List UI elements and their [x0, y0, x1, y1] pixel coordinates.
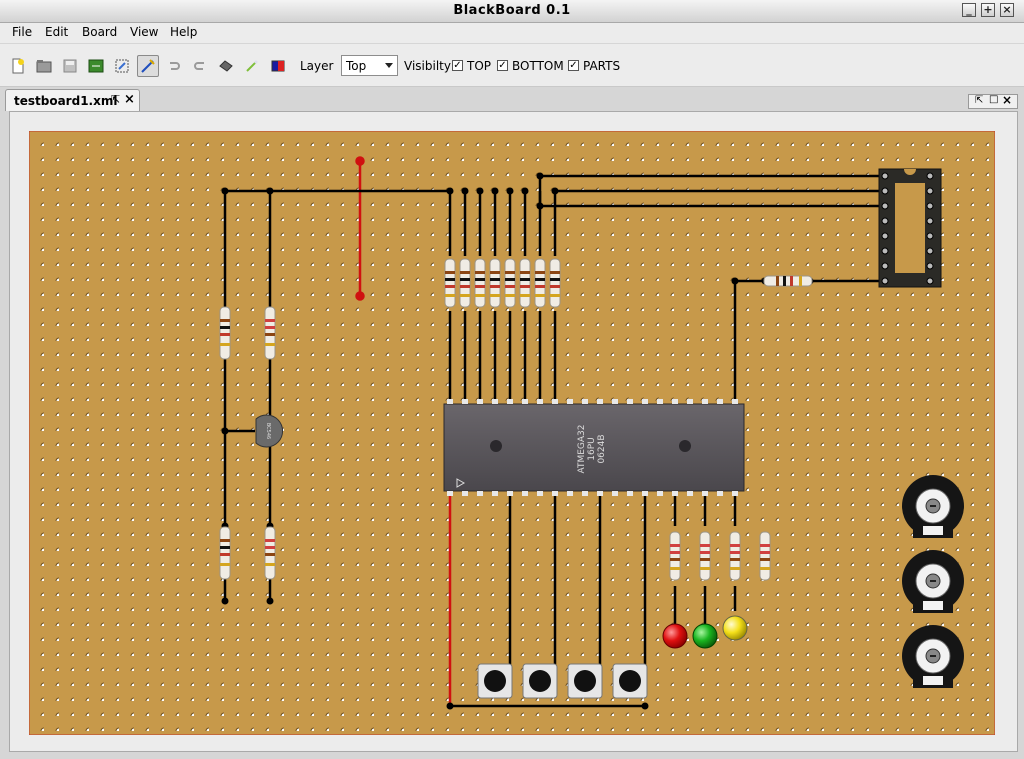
- green-led: [692, 623, 718, 649]
- panel-controls: ⇱ □ ×: [968, 93, 1018, 109]
- potentiometers: [902, 475, 964, 688]
- probe-icon[interactable]: [241, 55, 263, 77]
- top-checkbox-label: TOP: [467, 59, 492, 73]
- chip-label-date: 0624B: [597, 434, 607, 463]
- maximize-icon[interactable]: +: [981, 3, 995, 17]
- export-board-icon[interactable]: [85, 55, 107, 77]
- save-icon[interactable]: [59, 55, 81, 77]
- menu-help[interactable]: Help: [170, 25, 197, 39]
- color-icon[interactable]: [267, 55, 289, 77]
- red-led: [662, 623, 688, 649]
- bottom-checkbox[interactable]: ✓: [497, 60, 508, 71]
- yellow-led: [722, 615, 748, 641]
- socket-resistor: [763, 275, 813, 287]
- transistor-label: BC546: [265, 423, 271, 439]
- tab-testboard1[interactable]: testboard1.xml ⇱ ×: [5, 89, 140, 111]
- layer-select[interactable]: Top: [341, 55, 398, 76]
- chip-label-model: ATMEGA32: [577, 425, 587, 474]
- undo-icon[interactable]: [163, 55, 185, 77]
- chip-label-grade: 16PU: [587, 437, 597, 460]
- top-checkbox[interactable]: ✓: [452, 60, 463, 71]
- open-file-icon[interactable]: [33, 55, 55, 77]
- menu-board[interactable]: Board: [82, 25, 117, 39]
- draw-wire-tool-icon[interactable]: [137, 55, 159, 77]
- stripboard[interactable]: BC546 ATMEGA32 16PU 0624B: [29, 131, 995, 735]
- maximize-panel-icon[interactable]: □: [989, 94, 998, 105]
- layer-label: Layer: [300, 59, 334, 73]
- component-icon[interactable]: [215, 55, 237, 77]
- close-panel-icon[interactable]: ×: [1002, 93, 1012, 107]
- minimize-icon[interactable]: _: [962, 3, 976, 17]
- close-tab-icon[interactable]: ×: [124, 92, 135, 107]
- menu-file[interactable]: File: [12, 25, 32, 39]
- parts-checkbox-label: PARTS: [583, 59, 621, 73]
- microcontroller-chip: ATMEGA32 16PU 0624B: [443, 399, 745, 496]
- window-title: BlackBoard 0.1: [453, 3, 571, 18]
- document-tabs: testboard1.xml ⇱ ×: [0, 87, 1024, 111]
- title-bar: BlackBoard 0.1 _ + ×: [0, 0, 1024, 23]
- menu-edit[interactable]: Edit: [45, 25, 68, 39]
- chevron-down-icon: [385, 63, 393, 68]
- tab-label: testboard1.xml: [14, 94, 118, 108]
- new-file-icon[interactable]: [7, 55, 29, 77]
- pin-icon[interactable]: ⇱: [111, 93, 120, 106]
- ic-socket: [878, 168, 942, 288]
- bottom-checkbox-label: BOTTOM: [512, 59, 564, 73]
- restore-icon[interactable]: ⇱: [975, 95, 983, 106]
- transistor: BC546: [255, 414, 284, 448]
- menu-view[interactable]: View: [130, 25, 158, 39]
- redo-icon[interactable]: [189, 55, 211, 77]
- menu-bar: File Edit Board View Help: [0, 23, 1024, 43]
- visibility-label: Visibilty: [404, 59, 451, 73]
- close-icon[interactable]: ×: [1000, 3, 1014, 17]
- select-tool-icon[interactable]: [111, 55, 133, 77]
- layer-select-value: Top: [346, 59, 367, 73]
- parts-checkbox[interactable]: ✓: [568, 60, 579, 71]
